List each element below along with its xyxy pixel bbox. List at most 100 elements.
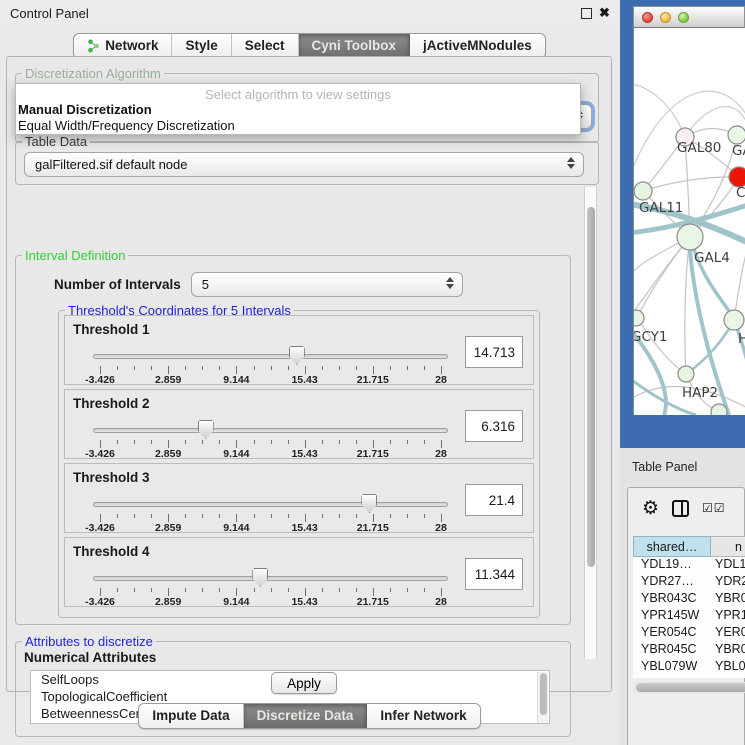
threshold-row-2: Threshold 2-3.4262.8599.14415.4321.71528… bbox=[64, 389, 534, 459]
tick-mark bbox=[219, 366, 220, 370]
network-node-hap2[interactable] bbox=[678, 366, 694, 382]
network-node-c[interactable] bbox=[729, 167, 745, 187]
table-row[interactable]: YLR345WYLR3 bbox=[633, 676, 745, 678]
float-icon[interactable] bbox=[581, 8, 592, 19]
table-row[interactable]: YBR045CYBR0 bbox=[633, 642, 745, 659]
tick-mark bbox=[407, 440, 408, 444]
tab-label: Cyni Toolbox bbox=[312, 38, 397, 53]
tick-mark bbox=[305, 514, 306, 522]
slider-thumb[interactable] bbox=[289, 346, 305, 365]
cell-name: YBR0 bbox=[711, 591, 745, 608]
network-node-gcy1[interactable] bbox=[634, 310, 644, 326]
network-node-ga[interactable] bbox=[728, 126, 745, 144]
slider-thumb[interactable] bbox=[252, 568, 268, 587]
cell-name: YLR3 bbox=[711, 676, 745, 678]
apply-button[interactable]: Apply bbox=[271, 672, 337, 694]
tick-mark bbox=[185, 366, 186, 370]
settings-scrollbar[interactable] bbox=[584, 187, 597, 659]
cell-shared-name: YPR145W bbox=[633, 608, 711, 625]
threshold-value-field[interactable]: 11.344 bbox=[465, 558, 523, 590]
threshold-value-field[interactable]: 14.713 bbox=[465, 336, 523, 368]
tick-mark bbox=[236, 440, 237, 448]
scrollbar-thumb[interactable] bbox=[636, 683, 745, 692]
tab-network[interactable]: Network bbox=[74, 34, 172, 58]
tick-mark bbox=[202, 440, 203, 444]
slider-thumb[interactable] bbox=[361, 494, 377, 513]
tick-mark bbox=[441, 366, 442, 374]
network-node-gal4[interactable] bbox=[677, 224, 703, 250]
scrollbar-thumb[interactable] bbox=[587, 207, 595, 567]
table-data-group: Table Data galFiltered.sif default node bbox=[15, 141, 599, 185]
tab-jactivemnodules[interactable]: jActiveMNodules bbox=[410, 34, 545, 58]
table-row[interactable]: YDL19…YDL1 bbox=[633, 557, 745, 574]
node-table[interactable]: shared… n YDL19…YDL1YDR27…YDR2YBR043CYBR… bbox=[633, 536, 745, 678]
gear-icon[interactable]: ⚙ bbox=[642, 499, 659, 518]
tick-mark bbox=[168, 588, 169, 596]
tick-mark bbox=[151, 440, 152, 444]
threshold-row-1: Threshold 1-3.4262.8599.14415.4321.71528… bbox=[64, 315, 534, 385]
tick-mark bbox=[100, 588, 101, 596]
network-canvas[interactable]: GAL80GACGAL11GAL4GCY1HHAP2 bbox=[633, 28, 745, 415]
zoom-traffic-light-icon[interactable] bbox=[678, 12, 689, 23]
tick-mark bbox=[236, 588, 237, 596]
tick-label: 21.715 bbox=[357, 522, 389, 534]
tick-mark bbox=[288, 588, 289, 592]
tick-mark bbox=[151, 514, 152, 518]
slider-track[interactable] bbox=[93, 576, 448, 581]
cell-name: YBL0 bbox=[711, 659, 745, 676]
tab-label: Style bbox=[185, 38, 217, 53]
column-header-name[interactable]: n bbox=[711, 536, 745, 557]
tab-discretize-data[interactable]: Discretize Data bbox=[244, 704, 368, 728]
cell-name: YDL1 bbox=[711, 557, 745, 574]
table-horizontal-scrollbar[interactable] bbox=[633, 682, 745, 693]
tick-mark bbox=[254, 366, 255, 370]
table-row[interactable]: YBR043CYBR0 bbox=[633, 591, 745, 608]
slider-track[interactable] bbox=[93, 354, 448, 359]
table-row[interactable]: YPR145WYPR1 bbox=[633, 608, 745, 625]
network-node-gal11[interactable] bbox=[634, 182, 652, 200]
node-label: C bbox=[736, 185, 745, 201]
minimize-traffic-light-icon[interactable] bbox=[660, 12, 671, 23]
threshold-value-field[interactable]: 21.4 bbox=[465, 484, 523, 516]
tick-mark bbox=[100, 440, 101, 448]
tick-mark bbox=[202, 366, 203, 370]
tab-impute-data[interactable]: Impute Data bbox=[139, 704, 243, 728]
table-row[interactable]: YER054CYER0 bbox=[633, 625, 745, 642]
slider-track[interactable] bbox=[93, 428, 448, 433]
network-node-h[interactable] bbox=[724, 310, 744, 330]
close-traffic-light-icon[interactable] bbox=[642, 12, 653, 23]
tick-mark bbox=[424, 366, 425, 370]
slider-track[interactable] bbox=[93, 502, 448, 507]
number-of-intervals-label: Number of Intervals bbox=[54, 277, 181, 292]
tick-mark bbox=[134, 588, 135, 592]
group-title: Attributes to discretize bbox=[22, 634, 156, 649]
tick-label: 28 bbox=[435, 522, 447, 534]
bottom-tab-bar: Impute Data Discretize Data Infer Networ… bbox=[0, 703, 619, 729]
tab-infer-network[interactable]: Infer Network bbox=[367, 704, 479, 728]
tick-mark bbox=[356, 588, 357, 592]
dropdown-option-equal-width[interactable]: Equal Width/Frequency Discretization bbox=[16, 117, 580, 133]
table-data-combobox[interactable]: galFiltered.sif default node bbox=[24, 152, 584, 177]
control-panel-titlebar: Control Panel ✖ bbox=[0, 0, 619, 26]
tick-label: 2.859 bbox=[155, 522, 181, 534]
number-of-intervals-combobox[interactable]: 5 bbox=[191, 272, 463, 297]
tab-select[interactable]: Select bbox=[232, 34, 299, 58]
table-row[interactable]: YDR27…YDR2 bbox=[633, 574, 745, 591]
tab-cyni-toolbox[interactable]: Cyni Toolbox bbox=[299, 34, 411, 58]
tick-mark bbox=[134, 440, 135, 444]
threshold-value-field[interactable]: 6.316 bbox=[465, 410, 523, 442]
network-node[interactable] bbox=[711, 404, 727, 415]
tick-mark bbox=[305, 366, 306, 374]
checkbox-icons[interactable]: ☑☑ bbox=[702, 501, 726, 515]
tick-mark bbox=[322, 440, 323, 444]
table-row[interactable]: YBL079WYBL0 bbox=[633, 659, 745, 676]
slider-thumb[interactable] bbox=[198, 420, 214, 439]
column-header-shared-name[interactable]: shared… bbox=[633, 536, 711, 557]
panel-title: Control Panel bbox=[10, 6, 89, 21]
dropdown-option-manual[interactable]: Manual Discretization bbox=[16, 101, 580, 117]
split-pane-icon[interactable] bbox=[672, 500, 689, 517]
close-icon[interactable]: ✖ bbox=[599, 5, 610, 21]
tab-style[interactable]: Style bbox=[172, 34, 231, 58]
table-header-row: shared… n bbox=[633, 536, 745, 557]
tab-label: Network bbox=[105, 38, 158, 53]
